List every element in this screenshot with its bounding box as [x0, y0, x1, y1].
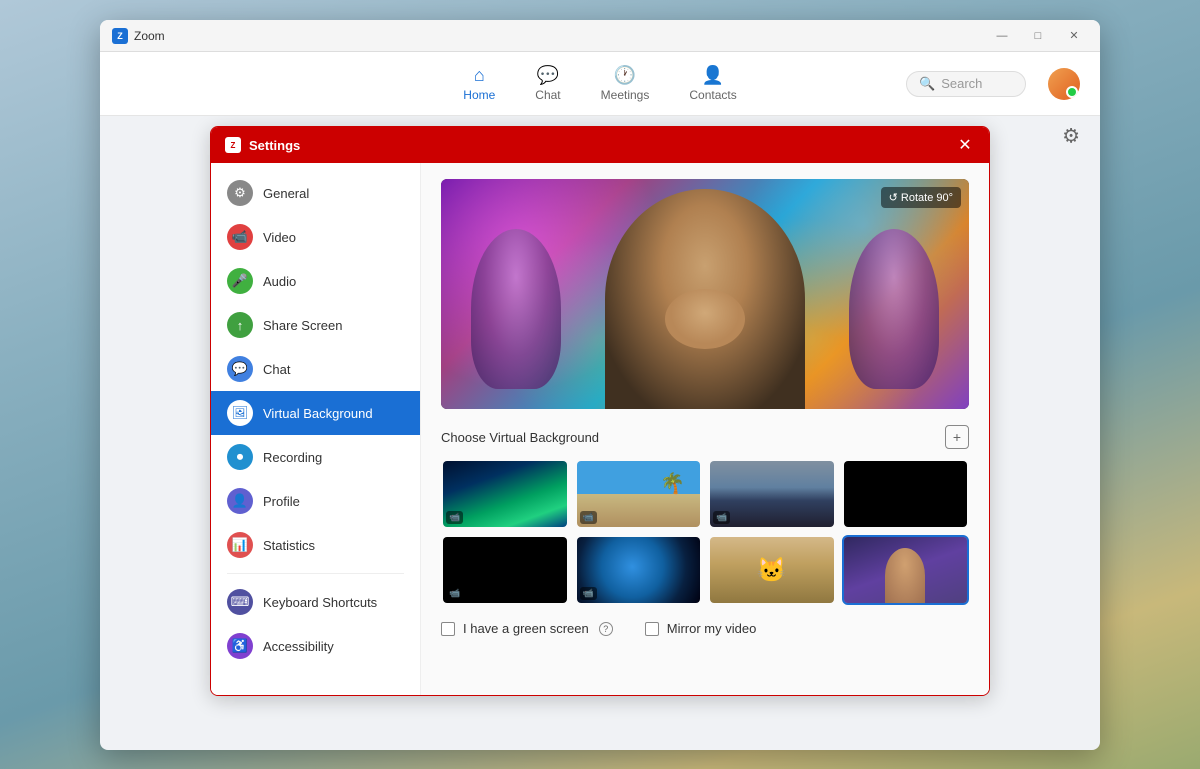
search-icon: 🔍	[919, 76, 935, 92]
maximize-button[interactable]: □	[1024, 26, 1052, 46]
settings-logo: Z	[225, 137, 241, 153]
sidebar-item-video[interactable]: 📹 Video	[211, 215, 420, 259]
avatar[interactable]	[1048, 68, 1080, 100]
choose-bg-label: Choose Virtual Background	[441, 430, 599, 445]
add-background-button[interactable]: +	[945, 425, 969, 449]
virtual-background-icon: 🖼	[227, 400, 253, 426]
video-indicator-2: 📹	[580, 511, 597, 524]
sidebar-item-general[interactable]: ⚙ General	[211, 171, 420, 215]
settings-body: ⚙ General 📹 Video 🎤 Audio ↑ Share Screen	[211, 163, 989, 695]
general-icon: ⚙	[227, 180, 253, 206]
settings-title: Settings	[249, 138, 955, 153]
tab-meetings[interactable]: 🕐 Meetings	[581, 57, 670, 110]
sidebar-item-virtual-background[interactable]: 🖼 Virtual Background	[211, 391, 420, 435]
app-window: Z Zoom — □ ✕ ⌂ Home 💬 Chat 🕐 Meetings 👤	[100, 20, 1100, 750]
green-screen-label: I have a green screen	[463, 621, 589, 636]
bg-thumb-person[interactable]	[842, 535, 970, 605]
audio-icon: 🎤	[227, 268, 253, 294]
bg-thumb-cat[interactable]: 🐱	[708, 535, 836, 605]
video-preview: ↺ Rotate 90°	[441, 179, 969, 409]
cat-preview: 🐱	[710, 537, 834, 603]
search-bar[interactable]: 🔍 Search	[906, 71, 1026, 97]
sidebar-item-statistics[interactable]: 📊 Statistics	[211, 523, 420, 567]
bg-thumb-city[interactable]: 📹	[708, 459, 836, 529]
green-screen-help[interactable]: ?	[599, 622, 613, 636]
mirror-checkbox[interactable]	[645, 622, 659, 636]
chat-icon: 💬	[537, 65, 559, 86]
keyboard-icon: ⌨	[227, 589, 253, 615]
black-preview-1	[844, 461, 968, 527]
video-indicator-4: 📹	[446, 587, 463, 600]
rotate-button[interactable]: ↺ Rotate 90°	[881, 187, 961, 208]
close-button[interactable]: ✕	[1060, 26, 1088, 46]
tab-contacts[interactable]: 👤 Contacts	[669, 57, 756, 110]
settings-sidebar: ⚙ General 📹 Video 🎤 Audio ↑ Share Screen	[211, 163, 421, 695]
main-content: ⚙ Z Settings ✕ ⚙ General 📹	[100, 116, 1100, 750]
video-indicator-5: 📹	[580, 587, 597, 600]
bg-selector-header: Choose Virtual Background +	[441, 425, 969, 449]
bg-grid-container: 📹 📹 📹	[441, 459, 969, 605]
window-controls: — □ ✕	[988, 26, 1088, 46]
sidebar-separator	[227, 573, 404, 574]
tab-chat[interactable]: 💬 Chat	[515, 57, 580, 110]
app-title: Zoom	[134, 29, 988, 43]
video-indicator-1: 📹	[446, 511, 463, 524]
mirror-label: Mirror my video	[667, 621, 757, 636]
options-row: I have a green screen ? Mirror my video	[441, 621, 969, 636]
share-screen-icon: ↑	[227, 312, 253, 338]
video-icon: 📹	[227, 224, 253, 250]
bg-thumb-black2[interactable]: 📹	[441, 535, 569, 605]
mirror-option: Mirror my video	[645, 621, 757, 636]
settings-content-panel: ↺ Rotate 90° Choose Virtual Background +…	[421, 163, 989, 695]
sidebar-item-chat[interactable]: 💬 Chat	[211, 347, 420, 391]
home-icon: ⌂	[474, 65, 485, 86]
settings-header: Z Settings ✕	[211, 127, 989, 163]
nav-tabs: ⌂ Home 💬 Chat 🕐 Meetings 👤 Contacts	[443, 57, 756, 110]
green-screen-checkbox[interactable]	[441, 622, 455, 636]
statistics-icon: 📊	[227, 532, 253, 558]
person-preview	[844, 537, 968, 603]
sidebar-item-recording[interactable]: ⏺ Recording	[211, 435, 420, 479]
video-indicator-3: 📹	[713, 511, 730, 524]
accessibility-icon: ♿	[227, 633, 253, 659]
settings-close-button[interactable]: ✕	[955, 135, 975, 155]
app-logo: Z	[112, 28, 128, 44]
sidebar-item-profile[interactable]: 👤 Profile	[211, 479, 420, 523]
minimize-button[interactable]: —	[988, 26, 1016, 46]
tab-home[interactable]: ⌂ Home	[443, 57, 515, 110]
sidebar-item-accessibility[interactable]: ♿ Accessibility	[211, 624, 420, 668]
chat-nav-icon: 💬	[227, 356, 253, 382]
settings-dialog: Z Settings ✕ ⚙ General 📹 Video	[210, 126, 990, 696]
green-screen-option: I have a green screen ?	[441, 621, 613, 636]
sidebar-item-keyboard-shortcuts[interactable]: ⌨ Keyboard Shortcuts	[211, 580, 420, 624]
bg-thumb-beach[interactable]: 📹	[575, 459, 703, 529]
profile-icon: 👤	[227, 488, 253, 514]
contacts-icon: 👤	[702, 65, 724, 86]
bg-thumb-aurora[interactable]: 📹	[441, 459, 569, 529]
recording-icon: ⏺	[227, 444, 253, 470]
navbar: ⌂ Home 💬 Chat 🕐 Meetings 👤 Contacts 🔍 Se…	[100, 52, 1100, 116]
meetings-icon: 🕐	[614, 65, 636, 86]
sidebar-item-share-screen[interactable]: ↑ Share Screen	[211, 303, 420, 347]
gear-button[interactable]: ⚙	[1062, 124, 1080, 149]
bg-thumb-black1[interactable]	[842, 459, 970, 529]
sidebar-item-audio[interactable]: 🎤 Audio	[211, 259, 420, 303]
bg-grid: 📹 📹 📹	[441, 459, 969, 605]
titlebar: Z Zoom — □ ✕	[100, 20, 1100, 52]
bg-thumb-earth[interactable]: 📹	[575, 535, 703, 605]
